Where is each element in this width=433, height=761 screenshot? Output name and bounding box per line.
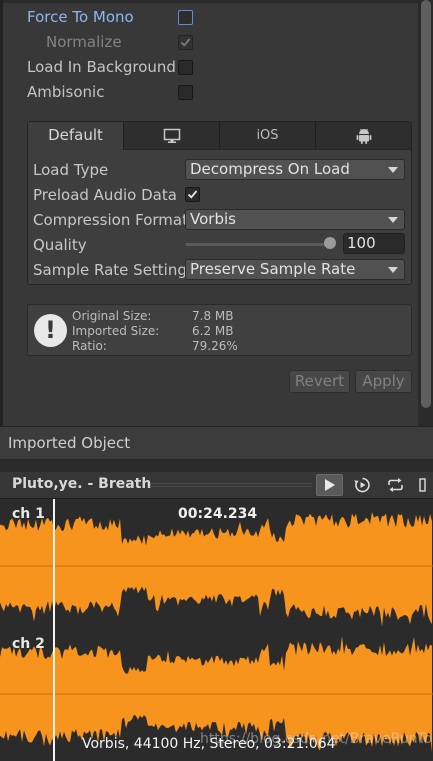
chevron-down-icon — [388, 217, 398, 223]
channel-1-label: ch 1 — [12, 506, 45, 522]
normalize-checkbox[interactable] — [178, 35, 193, 50]
preload-audio-data-checkbox[interactable] — [185, 187, 200, 202]
channel-2-label: ch 2 — [12, 636, 45, 652]
chevron-down-icon — [388, 267, 398, 273]
chevron-down-icon — [388, 167, 398, 173]
check-icon — [180, 38, 191, 47]
drag-grip[interactable] — [150, 483, 312, 484]
preview-divider[interactable] — [0, 460, 433, 472]
platform-settings-panel: Default iOS Load Type Decompress On Load — [27, 121, 412, 285]
compression-format-label: Compression Format — [33, 211, 188, 229]
check-icon — [187, 190, 198, 199]
more-icon — [419, 478, 426, 492]
drag-grip[interactable] — [150, 486, 312, 487]
android-icon — [356, 128, 371, 144]
audio-preview-header: Pluto,ye. - Breath — [0, 472, 433, 499]
force-to-mono-label: Force To Mono — [27, 8, 134, 26]
ambisonic-checkbox[interactable] — [178, 85, 193, 100]
quality-input[interactable]: 100 — [343, 233, 405, 254]
import-info-box: ! Original Size: 7.8 MB Imported Size: 6… — [27, 304, 412, 356]
ratio-value: 79.26% — [192, 339, 238, 353]
tab-standalone[interactable] — [124, 122, 220, 149]
waveform-center-line — [0, 565, 433, 567]
sample-rate-setting-label: Sample Rate Setting — [33, 261, 187, 279]
waveform-graphic — [0, 512, 433, 753]
sample-rate-setting-value: Preserve Sample Rate — [190, 260, 356, 278]
quality-label: Quality — [33, 236, 87, 254]
audio-format-info: Vorbis, 44100 Hz, Stereo, 03:21.064 — [82, 736, 336, 752]
sample-rate-setting-dropdown[interactable]: Preserve Sample Rate — [185, 259, 405, 280]
playhead-time: 00:24.234 — [178, 506, 258, 522]
quality-slider-handle[interactable] — [324, 237, 336, 249]
play-button[interactable] — [316, 474, 343, 496]
tab-default[interactable]: Default — [28, 122, 124, 150]
compression-format-dropdown[interactable]: Vorbis — [185, 209, 405, 230]
revert-button[interactable]: Revert — [289, 370, 350, 393]
tab-ios[interactable]: iOS — [220, 122, 316, 149]
imported-object-title: Imported Object — [8, 434, 131, 452]
preload-audio-data-label: Preload Audio Data — [33, 186, 177, 204]
auto-play-icon — [354, 477, 370, 493]
imported-object-header[interactable]: Imported Object — [0, 426, 433, 460]
apply-button[interactable]: Apply — [355, 370, 412, 393]
waveform-channel — [0, 512, 432, 627]
normalize-label: Normalize — [46, 33, 122, 51]
playhead-line[interactable] — [53, 499, 55, 761]
monitor-icon — [163, 128, 180, 143]
original-size-label: Original Size: — [72, 309, 152, 323]
play-icon — [325, 479, 335, 491]
quality-slider-track[interactable] — [185, 243, 330, 246]
waveform-center-line — [0, 693, 433, 695]
compression-format-value: Vorbis — [190, 210, 236, 228]
scrollbar-thumb[interactable] — [421, 0, 431, 408]
expand-button[interactable] — [414, 474, 433, 496]
original-size-value: 7.8 MB — [192, 309, 234, 323]
waveform-view[interactable]: ch 1 ch 2 00:24.234 https://blog.csdn.ne… — [0, 499, 433, 761]
load-in-background-checkbox[interactable] — [178, 60, 193, 75]
tab-android[interactable] — [316, 122, 411, 149]
platform-tabs: Default iOS — [28, 122, 411, 150]
loop-icon — [388, 478, 403, 492]
ratio-label: Ratio: — [72, 339, 107, 353]
top-divider — [3, 0, 418, 3]
info-alert-icon: ! — [34, 314, 67, 347]
auto-play-button[interactable] — [349, 474, 376, 496]
load-type-value: Decompress On Load — [190, 160, 350, 178]
loop-button[interactable] — [382, 474, 409, 496]
imported-size-label: Imported Size: — [72, 324, 160, 338]
force-to-mono-checkbox[interactable] — [178, 10, 193, 25]
load-type-label: Load Type — [33, 161, 109, 179]
imported-size-value: 6.2 MB — [192, 324, 234, 338]
tab-default-label: Default — [48, 126, 103, 144]
tab-ios-label: iOS — [256, 128, 279, 143]
ambisonic-label: Ambisonic — [27, 83, 105, 101]
load-in-background-label: Load In Background — [27, 58, 176, 76]
audio-clip-title: Pluto,ye. - Breath — [12, 476, 152, 492]
load-type-dropdown[interactable]: Decompress On Load — [185, 159, 405, 180]
